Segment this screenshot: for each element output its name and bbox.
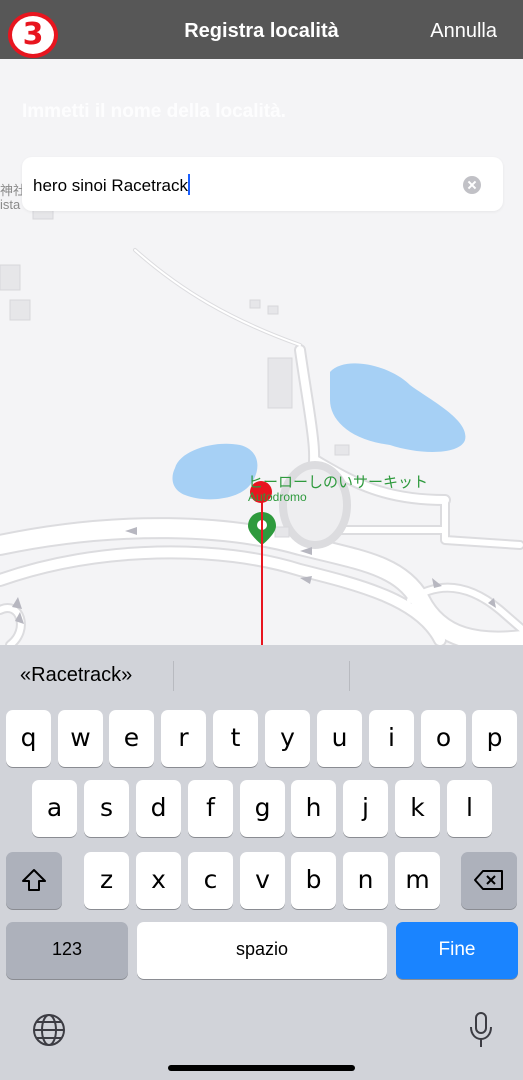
key-w[interactable]: w	[58, 710, 103, 767]
numbers-key[interactable]: 123	[6, 922, 128, 979]
suggestion-bar: «Racetrack»	[0, 645, 523, 705]
key-a[interactable]: a	[32, 780, 77, 837]
microphone-icon[interactable]	[468, 1011, 494, 1049]
navigation-bar: 3 Registra località Annulla	[0, 0, 523, 59]
globe-icon[interactable]	[32, 1013, 66, 1047]
suggestion-divider	[349, 661, 350, 691]
key-b[interactable]: b	[291, 852, 336, 909]
edge-label-bottom: ista	[0, 197, 21, 212]
shift-key[interactable]	[6, 852, 62, 909]
instruction-text: Immetti il nome della località.	[22, 101, 286, 122]
key-x[interactable]: x	[136, 852, 181, 909]
key-l[interactable]: l	[447, 780, 492, 837]
key-e[interactable]: e	[109, 710, 154, 767]
key-s[interactable]: s	[84, 780, 129, 837]
clear-text-icon[interactable]	[463, 176, 481, 194]
key-d[interactable]: d	[136, 780, 181, 837]
text-caret	[187, 174, 190, 195]
location-name-input[interactable]: hero sinoi Racetrack	[22, 157, 503, 211]
place-category-label: Autodromo	[248, 490, 307, 504]
key-o[interactable]: o	[421, 710, 466, 767]
key-p[interactable]: p	[472, 710, 517, 767]
backspace-key[interactable]	[461, 852, 517, 909]
cancel-button[interactable]: Annulla	[430, 20, 497, 43]
key-h[interactable]: h	[291, 780, 336, 837]
key-f[interactable]: f	[188, 780, 233, 837]
map-view[interactable]: 神社 ista ヒーローしのいサーキット Autodromo	[0, 0, 523, 645]
home-indicator[interactable]	[168, 1065, 355, 1071]
key-k[interactable]: k	[395, 780, 440, 837]
key-c[interactable]: c	[188, 852, 233, 909]
location-name-value[interactable]: hero sinoi Racetrack	[33, 174, 190, 196]
shift-icon	[22, 869, 46, 891]
suggestion-1[interactable]: «Racetrack»	[20, 664, 132, 687]
key-u[interactable]: u	[317, 710, 362, 767]
done-key[interactable]: Fine	[396, 922, 518, 979]
key-n[interactable]: n	[343, 852, 388, 909]
key-r[interactable]: r	[161, 710, 206, 767]
key-m[interactable]: m	[395, 852, 440, 909]
key-z[interactable]: z	[84, 852, 129, 909]
key-j[interactable]: j	[343, 780, 388, 837]
key-g[interactable]: g	[240, 780, 285, 837]
key-y[interactable]: y	[265, 710, 310, 767]
suggestion-divider	[173, 661, 174, 691]
keyboard: «Racetrack» q w e r t y u i o p a s d f …	[0, 645, 523, 1080]
place-name-label[interactable]: ヒーローしのいサーキット	[248, 471, 428, 492]
key-v[interactable]: v	[240, 852, 285, 909]
key-i[interactable]: i	[369, 710, 414, 767]
key-t[interactable]: t	[213, 710, 258, 767]
space-key[interactable]: spazio	[137, 922, 387, 979]
key-q[interactable]: q	[6, 710, 51, 767]
map-canvas	[0, 204, 523, 645]
backspace-icon	[474, 870, 503, 890]
